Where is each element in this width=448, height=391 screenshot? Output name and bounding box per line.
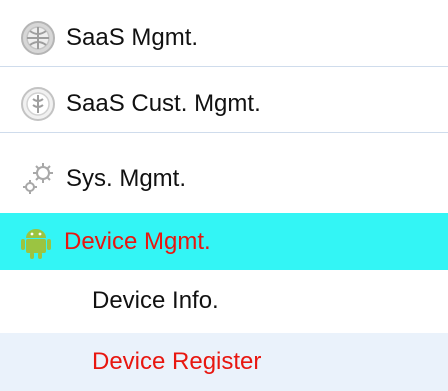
submenu-item-label: Device Info. <box>92 287 219 314</box>
menu-item-label: Sys. Mgmt. <box>66 165 187 192</box>
menu-item-saas-mgmt[interactable]: SaaS Mgmt. <box>0 9 448 67</box>
customer-circle-icon <box>19 85 57 123</box>
menu-item-label: Device Mgmt. <box>64 227 211 255</box>
menu-item-sys-mgmt[interactable]: Sys. Mgmt. <box>0 150 448 208</box>
saas-globe-icon <box>19 19 57 57</box>
gears-icon <box>19 160 57 198</box>
menu-item-label: SaaS Mgmt. <box>66 23 199 51</box>
side-menu: SaaS Mgmt. SaaS Cust. Mgmt. Sys. Mgmt. D… <box>0 0 448 391</box>
menu-item-label: SaaS Cust. Mgmt. <box>66 89 261 117</box>
menu-item-saas-cust-mgmt[interactable]: SaaS Cust. Mgmt. <box>0 75 448 133</box>
submenu-item-device-register[interactable]: Device Register <box>0 333 448 391</box>
android-icon <box>17 223 55 261</box>
submenu-item-device-info[interactable]: Device Info. <box>0 272 448 330</box>
menu-item-device-mgmt[interactable]: Device Mgmt. <box>0 213 448 270</box>
submenu-item-label: Device Register <box>92 348 262 375</box>
